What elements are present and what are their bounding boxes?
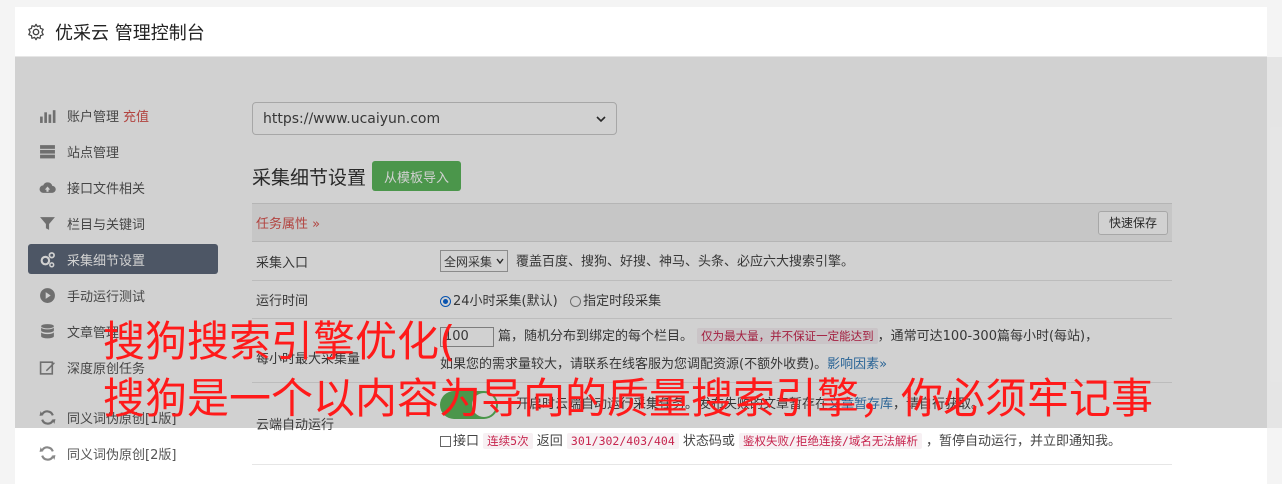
sidebar-item-collect-settings[interactable]: 采集细节设置: [28, 244, 218, 274]
row-label: 运行时间: [256, 294, 309, 309]
row-label: 采集入口: [256, 255, 309, 271]
chevron-down-icon: [496, 258, 504, 264]
gear-icon: [28, 23, 44, 40]
sidebar-item-label: 同义词伪原创[2版]: [67, 447, 177, 463]
headline-line-1: 搜狗搜索引擎优化(: [103, 317, 456, 366]
sidebar-item-columns-keywords[interactable]: 栏目与关键词: [28, 205, 218, 241]
headline-line-2: 搜狗是一个以内容为导向的质量搜索引擎，你必须牢记事: [103, 374, 1154, 423]
factors-link[interactable]: 影响因素»: [827, 357, 887, 372]
recharge-link[interactable]: 充值: [123, 106, 149, 125]
radio-scheduled[interactable]: [570, 296, 582, 307]
table-header: 任务属性 » 快速保存: [252, 204, 1172, 242]
sidebar-item-label: 栏目与关键词: [67, 217, 146, 233]
database-icon: [41, 323, 54, 338]
section-title: 采集细节设置: [252, 166, 367, 189]
entry-description: 覆盖百度、搜狗、好搜、神马、头条、必应六大搜索引擎。: [515, 254, 854, 270]
play-circle-icon: [40, 287, 55, 303]
sidebar-item-interface-files[interactable]: 接口文件相关: [28, 169, 218, 205]
max-warning: 仅为最大量，并不保证一定能达到: [697, 328, 878, 344]
site-select[interactable]: https://www.ucaiyun.com: [252, 102, 617, 135]
bar-chart-icon: [40, 109, 56, 123]
section-header: 采集细节设置 从模板导入: [252, 161, 1172, 191]
server-icon: [40, 144, 55, 158]
task-attributes-toggle[interactable]: 任务属性 »: [256, 213, 320, 232]
import-template-button[interactable]: 从模板导入: [372, 161, 462, 191]
interface-error-checkbox[interactable]: [440, 436, 451, 447]
sidebar-item-label: 手动运行测试: [67, 289, 146, 305]
radio-24h[interactable]: [440, 296, 451, 307]
collect-entry-select[interactable]: 全网采集: [440, 250, 508, 272]
chevron-down-icon: [596, 115, 606, 122]
page-title: 优采云 管理控制台: [55, 22, 205, 44]
refresh-icon: [39, 409, 56, 425]
dim-overlay-edge: [1267, 57, 1282, 428]
table-row: 运行时间 24小时采集(默认) 指定时段采集: [252, 281, 1172, 319]
refresh-icon: [39, 445, 56, 461]
sidebar-item-manual-run[interactable]: 手动运行测试: [28, 277, 218, 313]
sidebar-item-label: 采集细节设置: [67, 253, 146, 269]
sidebar-item-synonym-v2[interactable]: 同义词伪原创[2版]: [28, 435, 218, 471]
chevron-double-down-icon: »: [312, 217, 321, 232]
sidebar-item-label: 接口文件相关: [67, 181, 146, 197]
gears-icon: [40, 251, 55, 267]
cloud-upload-icon: [39, 181, 56, 193]
sidebar-item-label: 站点管理: [67, 145, 120, 161]
app-header: 优采云 管理控制台: [15, 7, 1267, 57]
edit-icon: [39, 360, 55, 375]
sidebar-item-label: 账户管理: [67, 109, 120, 125]
site-select-value: https://www.ucaiyun.com: [263, 110, 441, 127]
sidebar-item-account[interactable]: 账户管理 充值: [28, 97, 218, 133]
quick-save-button[interactable]: 快速保存: [1097, 210, 1168, 235]
filter-icon: [40, 216, 55, 230]
sidebar-item-sites[interactable]: 站点管理: [28, 133, 218, 169]
table-row: 采集入口 全网采集 覆盖百度、搜狗、好搜、神马、头条、必应六大搜索引擎。: [252, 242, 1172, 281]
